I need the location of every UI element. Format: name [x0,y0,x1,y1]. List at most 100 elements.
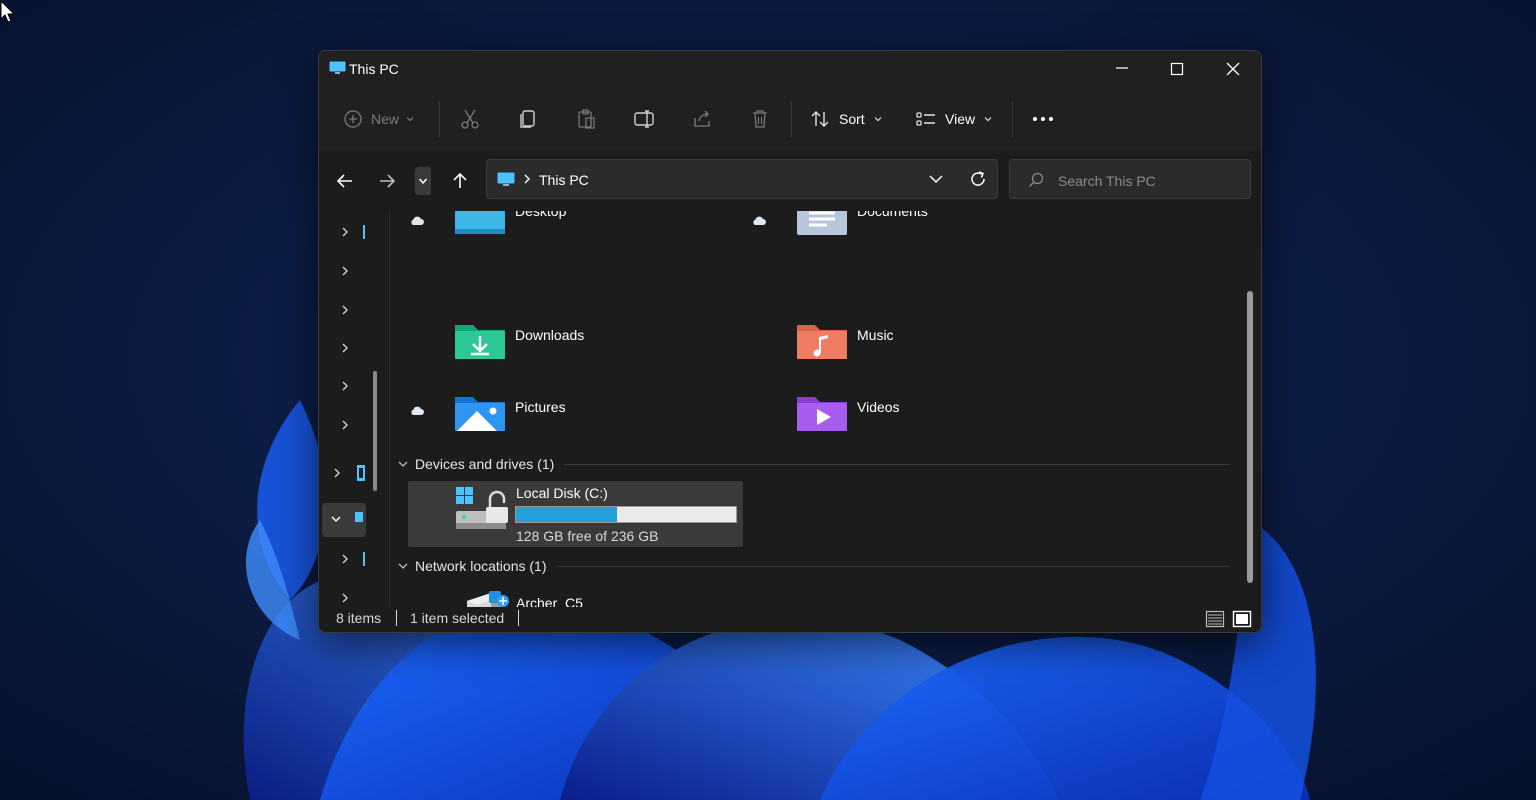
close-icon [1226,62,1240,76]
view-button[interactable]: View [915,99,993,139]
minimize-button[interactable] [1094,51,1150,87]
status-selection: 1 item selected [410,610,505,626]
view-list-icon [916,112,935,126]
paste-button[interactable] [575,99,597,139]
folder-documents[interactable]: Documents [751,211,1071,259]
cloud-sync-icon [411,216,424,225]
group-divider [556,565,1229,567]
status-separator [518,610,519,626]
network-location-name: Archer_C5 [516,595,583,607]
drive-usage-bar [515,506,737,523]
nav-pane-item[interactable] [319,254,387,288]
scissors-icon [461,109,479,129]
navigation-pane-scrollbar[interactable] [373,371,377,491]
new-button[interactable]: New [343,99,415,139]
share-button[interactable] [691,99,713,139]
network-location-archer-c5[interactable]: Archer_C5 [441,585,741,607]
address-bar[interactable]: This PC [486,159,998,199]
breadcrumb-this-pc[interactable]: This PC [539,172,589,188]
group-header-devices[interactable]: Devices and drives (1) [397,454,1229,474]
chevron-down-icon [874,117,882,122]
nav-pane-item-this-pc[interactable] [322,503,366,537]
folder-name: Downloads [515,327,585,343]
chevron-right-icon [342,343,348,353]
search-icon [1029,172,1044,187]
search-box[interactable] [1009,159,1251,199]
navigation-pane [319,211,389,607]
arrow-up-icon [453,172,467,188]
folder-music[interactable]: Music [751,319,1071,383]
large-icons-view-button[interactable] [1232,609,1252,629]
window-title: This PC [349,61,399,77]
cloud-sync-icon [753,216,766,225]
sort-arrows-icon [811,111,829,127]
share-icon [694,110,710,127]
close-button[interactable] [1205,51,1261,87]
nav-pane-item[interactable] [319,542,387,576]
desktop-folder-icon [455,211,505,234]
refresh-icon[interactable] [969,170,987,188]
more-options-button[interactable] [1031,99,1055,139]
rename-icon [634,110,654,128]
new-plus-icon [344,110,362,128]
recent-locations-button[interactable] [415,167,431,195]
details-view-icon [1205,610,1225,628]
content-scrollbar[interactable] [1247,291,1253,583]
chevron-down-icon [398,461,408,467]
title-bar[interactable]: This PC [319,51,1261,87]
drive-name: Local Disk (C:) [516,485,608,501]
network-drive-icon [357,465,365,481]
videos-folder-icon [797,397,847,431]
nav-pane-item[interactable] [319,331,387,365]
drive-free-space: 128 GB free of 236 GB [516,528,659,544]
folder-pictures[interactable]: Pictures [409,391,729,455]
back-button[interactable] [331,167,359,195]
documents-folder-icon [797,211,847,235]
pictures-folder-icon [455,397,505,431]
chevron-down-icon [418,178,428,185]
file-list-area: Desktop Documents Downloads Music Pictur… [391,211,1261,607]
this-pc-icon [329,61,346,74]
trash-icon [753,110,767,128]
nav-pane-item[interactable] [319,293,387,327]
pane-divider[interactable] [389,211,390,607]
status-item-count: 8 items [336,610,382,626]
copy-button[interactable] [517,99,539,139]
music-folder-icon [797,325,847,359]
sort-button[interactable]: Sort [809,99,883,139]
nav-item-icon [363,225,365,239]
folder-name: Desktop [515,211,567,219]
command-bar: New Sort View [319,87,1261,152]
toolbar-separator [791,101,792,137]
delete-button[interactable] [749,99,771,139]
folder-videos[interactable]: Videos [751,391,1071,455]
nav-pane-item[interactable] [319,215,387,249]
this-pc-icon [355,512,363,522]
search-input[interactable] [1056,170,1240,192]
drive-local-disk-c[interactable]: Local Disk (C:) 128 GB free of 236 GB [408,481,743,547]
local-disk-drive-icon [456,487,508,529]
toolbar-separator [1012,101,1013,137]
chevron-right-icon [342,227,348,237]
forward-button[interactable] [373,167,401,195]
cut-button[interactable] [459,99,481,139]
folder-downloads[interactable]: Downloads [409,319,729,383]
folder-name: Videos [857,399,900,415]
chevron-down-icon[interactable] [927,170,945,188]
group-title: Devices and drives (1) [415,456,555,472]
folder-desktop[interactable]: Desktop [409,211,729,259]
sort-label: Sort [839,111,865,127]
this-pc-icon [497,172,515,186]
view-label: View [945,111,976,127]
details-view-button[interactable] [1205,609,1225,629]
chevron-right-icon [342,305,348,315]
up-button[interactable] [446,167,474,195]
paste-icon [578,109,595,129]
group-header-network[interactable]: Network locations (1) [397,556,1229,576]
rename-button[interactable] [633,99,655,139]
nav-pane-item[interactable] [319,581,387,607]
maximize-button[interactable] [1149,51,1205,87]
chevron-down-icon [331,516,341,523]
chevron-right-icon [342,554,348,564]
mouse-cursor-icon [0,0,16,23]
